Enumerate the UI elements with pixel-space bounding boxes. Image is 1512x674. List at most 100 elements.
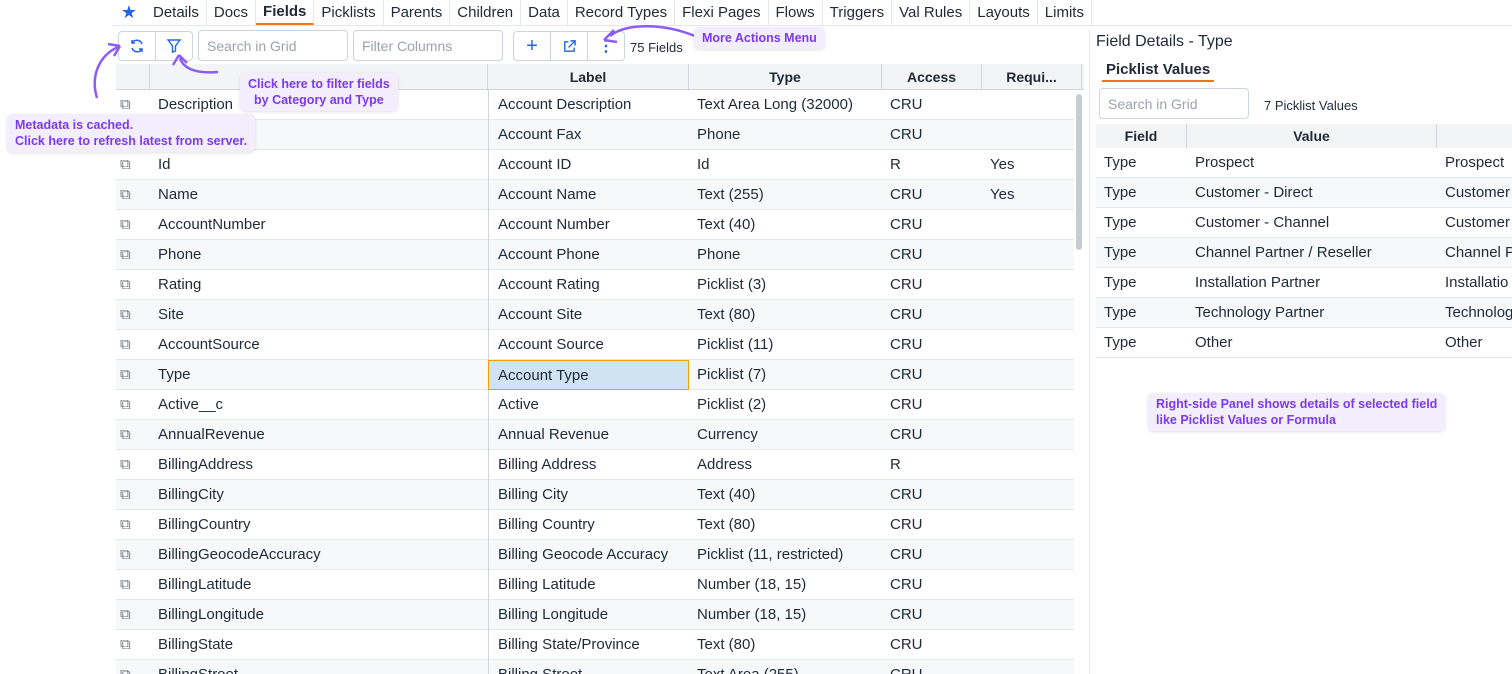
table-row[interactable]: ⧉ BillingStreet Billing Street Text Area (2… [116, 660, 1074, 674]
picklist-row[interactable]: Type Channel Partner / Reseller Channel P [1096, 238, 1512, 268]
cell-label[interactable]: Account Fax [488, 120, 689, 150]
cell-type[interactable]: Text (40) [697, 210, 755, 240]
cell-name[interactable]: BillingState [158, 630, 233, 660]
open-record-icon[interactable]: ⧉ [120, 570, 140, 600]
cell-name[interactable]: Name [158, 180, 198, 210]
cell-label[interactable]: Account ID [488, 150, 689, 180]
cell-type[interactable]: Text Area (255) [697, 660, 799, 674]
cell-type[interactable]: Picklist (11) [697, 330, 773, 360]
cell-access[interactable]: CRU [890, 360, 923, 390]
cell-access[interactable]: CRU [890, 240, 923, 270]
cell-access[interactable]: CRU [890, 90, 923, 120]
cell-access[interactable]: CRU [890, 270, 923, 300]
cell-type[interactable]: Picklist (11, restricted) [697, 540, 843, 570]
cell-type[interactable]: Picklist (2) [697, 390, 766, 420]
open-record-icon[interactable]: ⧉ [120, 240, 140, 270]
picklist-row[interactable]: Type Other Other [1096, 328, 1512, 358]
cell-type[interactable]: Picklist (3) [697, 270, 766, 300]
open-record-icon[interactable]: ⧉ [120, 480, 140, 510]
table-row[interactable]: ⧉ BillingCountry Billing Country Text (80) C… [116, 510, 1074, 540]
table-row[interactable]: ⧉FaxAccount FaxPhoneCRU [116, 120, 1074, 150]
cell-type[interactable]: Text (40) [697, 480, 755, 510]
cell-access[interactable]: R [890, 150, 901, 180]
picklist-row[interactable]: Type Installation Partner Installatio [1096, 268, 1512, 298]
cell-access[interactable]: CRU [890, 210, 923, 240]
cell-type[interactable]: Address [697, 450, 752, 480]
cell-access[interactable]: CRU [890, 300, 923, 330]
table-row[interactable]: ⧉ BillingAddress Billing Address Address R [116, 450, 1074, 480]
grid-search-input[interactable] [198, 30, 348, 61]
cell-access[interactable]: CRU [890, 600, 923, 630]
panel-divider[interactable] [1089, 30, 1090, 674]
table-row[interactable]: ⧉ Rating Account Rating Picklist (3) CRU [116, 270, 1074, 300]
open-record-icon[interactable]: ⧉ [120, 150, 140, 180]
header-extra[interactable] [1437, 124, 1512, 148]
cell-type[interactable]: Number (18, 15) [697, 600, 806, 630]
cell-access[interactable]: CRU [890, 180, 923, 210]
picklist-row[interactable]: Type Technology Partner Technolog [1096, 298, 1512, 328]
cell-name[interactable]: Site [158, 300, 184, 330]
filter-button[interactable] [155, 31, 193, 61]
open-record-icon[interactable]: ⧉ [120, 330, 140, 360]
cell-name[interactable]: Active__c [158, 390, 223, 420]
tab-val-rules[interactable]: Val Rules [892, 0, 971, 25]
tab-fields[interactable]: Fields [256, 0, 315, 25]
add-field-button[interactable]: + [513, 31, 551, 61]
header-field[interactable]: Field [1096, 124, 1187, 148]
open-record-icon[interactable]: ⧉ [120, 180, 140, 210]
cell-label[interactable]: Billing Street [488, 660, 689, 674]
open-record-icon[interactable]: ⧉ [120, 210, 140, 240]
tab-picklist-values[interactable]: Picklist Values [1102, 59, 1215, 82]
cell-label[interactable]: Account Description [488, 90, 689, 120]
cell-name[interactable]: AnnualRevenue [158, 420, 265, 450]
open-record-icon[interactable]: ⧉ [120, 300, 140, 330]
table-row[interactable]: ⧉ Active__c Active Picklist (2) CRU [116, 390, 1074, 420]
header-value[interactable]: Value [1187, 124, 1437, 148]
cell-label[interactable]: Active [488, 390, 689, 420]
cell-name[interactable]: Phone [158, 240, 201, 270]
picklist-row[interactable]: Type Customer - Direct Customer [1096, 178, 1512, 208]
cell-type[interactable]: Phone [697, 240, 740, 270]
open-record-icon[interactable]: ⧉ [120, 600, 140, 630]
cell-label[interactable]: Account Rating [488, 270, 689, 300]
cell-name[interactable]: AccountSource [158, 330, 260, 360]
cell-access[interactable]: CRU [890, 660, 923, 674]
table-row[interactable]: ⧉ Site Account Site Text (80) CRU [116, 300, 1074, 330]
cell-label[interactable]: Annual Revenue [488, 420, 689, 450]
open-record-icon[interactable]: ⧉ [120, 450, 140, 480]
cell-access[interactable]: CRU [890, 540, 923, 570]
cell-type[interactable]: Picklist (7) [697, 360, 766, 390]
cell-name[interactable]: BillingLatitude [158, 570, 251, 600]
open-record-icon[interactable]: ⧉ [120, 630, 140, 660]
open-record-icon[interactable]: ⧉ [120, 420, 140, 450]
cell-label[interactable]: Account Name [488, 180, 689, 210]
table-row[interactable]: ⧉ Type Account Type Picklist (7) CRU [116, 360, 1074, 390]
cell-type[interactable]: Id [697, 150, 710, 180]
open-record-icon[interactable]: ⧉ [120, 510, 140, 540]
table-row[interactable]: ⧉ BillingLatitude Billing Latitude Number (… [116, 570, 1074, 600]
cell-label[interactable]: Billing Latitude [488, 570, 689, 600]
header-label[interactable]: Label [488, 64, 689, 90]
cell-type[interactable]: Phone [697, 120, 740, 150]
tab-data[interactable]: Data [521, 0, 568, 25]
cell-access[interactable]: R [890, 450, 901, 480]
cell-type[interactable]: Currency [697, 420, 758, 450]
cell-name[interactable]: BillingStreet [158, 660, 238, 674]
cell-type[interactable]: Number (18, 15) [697, 570, 806, 600]
more-actions-button[interactable]: ⋮ [587, 31, 625, 61]
cell-name[interactable]: Rating [158, 270, 201, 300]
table-row[interactable]: ⧉ Id Account ID Id R Yes [116, 150, 1074, 180]
tab-parents[interactable]: Parents [384, 0, 451, 25]
cell-access[interactable]: CRU [890, 480, 923, 510]
tab-flows[interactable]: Flows [769, 0, 823, 25]
tab-triggers[interactable]: Triggers [823, 0, 893, 25]
open-record-icon[interactable]: ⧉ [120, 360, 140, 390]
panel-search-input[interactable] [1099, 88, 1249, 119]
cell-name[interactable]: Id [158, 150, 171, 180]
header-access[interactable]: Access [882, 64, 982, 90]
table-row[interactable]: ⧉ BillingState Billing State/Province Text … [116, 630, 1074, 660]
cell-label[interactable]: Account Phone [488, 240, 689, 270]
cell-type[interactable]: Text (80) [697, 630, 755, 660]
cell-name[interactable]: BillingCity [158, 480, 224, 510]
cell-label[interactable]: Account Number [488, 210, 689, 240]
